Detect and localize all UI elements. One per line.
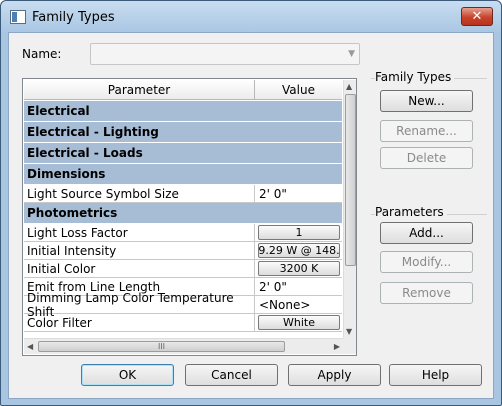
light-loss-factor-button[interactable]: 1 [258,225,340,240]
dialog-icon [10,10,26,24]
param-row-color-filter[interactable]: Color Filter White [24,314,342,332]
rename-type-button[interactable]: Rename... [380,120,473,142]
group-label: Electrical [27,104,90,118]
parameter-grid: Parameter Value Electrical Electrical - … [22,78,357,356]
apply-button[interactable]: Apply [288,364,381,386]
horizontal-scrollbar[interactable]: ◀ III ▶ [24,338,343,354]
param-name: Light Loss Factor [24,224,255,241]
add-parameter-button[interactable]: Add... [380,222,473,244]
column-header-parameter[interactable]: Parameter [24,80,255,99]
group-row-electrical-lighting[interactable]: Electrical - Lighting [24,122,342,143]
name-dropdown[interactable]: ▼ [90,43,360,65]
param-name: Dimming Lamp Color Temperature Shift [24,291,255,319]
param-row-initial-color[interactable]: Initial Color 3200 K [24,260,342,278]
parameters-group-label: Parameters [375,205,447,219]
scrollbar-corner [343,338,356,354]
group-label: Electrical - Lighting [27,125,159,139]
vertical-scrollbar[interactable]: ▲ ▼ [343,80,356,338]
param-row-light-loss-factor[interactable]: Light Loss Factor 1 [24,224,342,242]
scroll-left-icon[interactable]: ◀ [27,342,33,351]
param-value[interactable]: 2' 0" [255,278,342,295]
grid-header: Parameter Value [24,80,342,100]
group-row-photometrics[interactable]: Photometrics [24,203,342,224]
group-row-electrical[interactable]: Electrical [24,101,342,122]
group-label: Dimensions [27,167,106,181]
param-row-light-source-symbol-size[interactable]: Light Source Symbol Size 2' 0" [24,185,342,203]
param-name: Color Filter [24,314,255,331]
scroll-grip-icon: III [157,342,166,351]
scroll-down-icon[interactable]: ▼ [346,327,352,336]
title-bar[interactable]: Family Types ✕ [1,1,501,33]
family-types-group-label: Family Types [375,70,455,84]
param-row-dimming-lamp-color-temperature-shift[interactable]: Dimming Lamp Color Temperature Shift <No… [24,291,342,319]
group-label: Photometrics [27,206,118,220]
dialog-client-area: Name: ▼ Parameter Value Electrical Elect… [8,32,494,399]
close-button[interactable]: ✕ [461,7,493,26]
close-icon: ✕ [471,9,483,24]
dialog-title: Family Types [32,10,115,25]
cancel-button[interactable]: Cancel [185,364,278,386]
param-value[interactable]: <None> [255,296,342,313]
group-row-dimensions[interactable]: Dimensions [24,164,342,185]
remove-parameter-button[interactable]: Remove [380,282,473,304]
modify-parameter-button[interactable]: Modify... [380,251,473,273]
group-row-electrical-loads[interactable]: Electrical - Loads [24,143,342,164]
color-filter-button[interactable]: White [258,315,340,330]
vertical-scroll-thumb[interactable] [345,94,356,266]
family-types-dialog: Family Types ✕ Name: ▼ Parameter Value E… [0,0,502,406]
param-name: Initial Color [24,260,255,277]
delete-type-button[interactable]: Delete [380,147,473,169]
ok-button[interactable]: OK [81,364,174,386]
horizontal-scroll-thumb[interactable]: III [38,341,285,352]
chevron-down-icon[interactable]: ▼ [348,49,355,59]
new-type-button[interactable]: New... [380,90,473,112]
param-value[interactable]: 2' 0" [255,185,342,202]
initial-intensity-button[interactable]: 9.29 W @ 148. [258,243,340,258]
param-row-initial-intensity[interactable]: Initial Intensity 9.29 W @ 148. [24,242,342,260]
param-name: Initial Intensity [24,242,255,259]
group-label: Electrical - Loads [27,146,143,160]
name-label: Name: [22,47,62,61]
help-button[interactable]: Help [389,364,482,386]
scroll-right-icon[interactable]: ▶ [334,342,340,351]
param-name: Light Source Symbol Size [24,185,255,202]
column-header-value[interactable]: Value [255,80,342,99]
grid-rows: Electrical Electrical - Lighting Electri… [24,101,342,332]
initial-color-button[interactable]: 3200 K [258,261,340,276]
scroll-up-icon[interactable]: ▲ [346,82,352,91]
